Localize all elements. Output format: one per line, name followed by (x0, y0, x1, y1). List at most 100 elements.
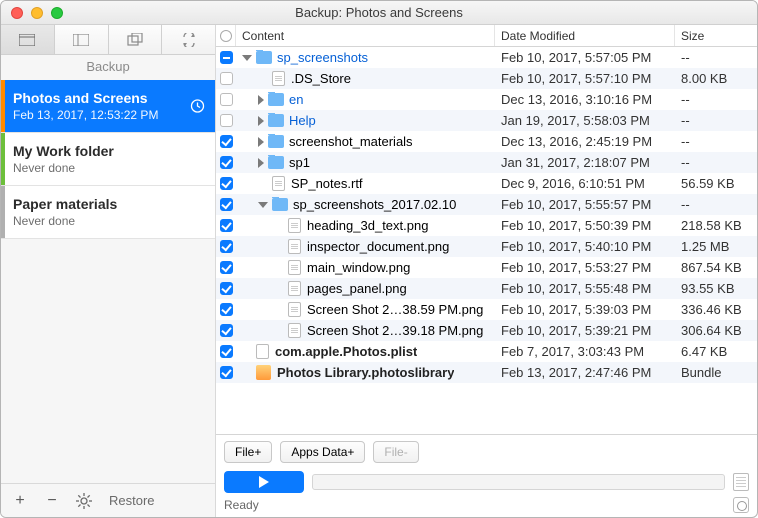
row-date: Feb 10, 2017, 5:57:05 PM (495, 50, 675, 65)
disclosure-closed-icon[interactable] (258, 137, 264, 147)
play-button[interactable] (224, 471, 304, 493)
schedule-icon[interactable] (733, 497, 749, 513)
task-photos-and-screens[interactable]: Photos and Screens Feb 13, 2017, 12:53:2… (1, 80, 215, 133)
log-icon[interactable] (733, 473, 749, 491)
task-paper-materials[interactable]: Paper materials Never done (1, 186, 215, 239)
disclosure-closed-icon[interactable] (258, 158, 264, 168)
table-row[interactable]: sp_screenshots_2017.02.10Feb 10, 2017, 5… (216, 194, 757, 215)
table-row[interactable]: com.apple.Photos.plistFeb 7, 2017, 3:03:… (216, 341, 757, 362)
disclosure-open-icon[interactable] (242, 55, 252, 61)
progress-bar (312, 474, 725, 490)
status-label: Ready (224, 498, 259, 512)
tab-sync-icon[interactable] (162, 25, 215, 54)
task-title: Paper materials (13, 196, 203, 212)
folder-icon (272, 198, 288, 211)
row-checkbox[interactable] (220, 114, 233, 127)
file-remove-button[interactable]: File- (373, 441, 418, 463)
table-row[interactable]: SP_notes.rtfDec 9, 2016, 6:10:51 PM56.59… (216, 173, 757, 194)
table-row[interactable]: sp1Jan 31, 2017, 2:18:07 PM-- (216, 152, 757, 173)
table-row[interactable]: main_window.pngFeb 10, 2017, 5:53:27 PM8… (216, 257, 757, 278)
row-date: Dec 9, 2016, 6:10:51 PM (495, 176, 675, 191)
clock-icon (190, 99, 205, 114)
row-size: -- (675, 92, 757, 107)
row-checkbox[interactable] (220, 177, 233, 190)
circle-icon (220, 30, 232, 42)
tab-duplicate-icon[interactable] (109, 25, 163, 54)
minimize-window-button[interactable] (31, 7, 43, 19)
table-row[interactable]: pages_panel.pngFeb 10, 2017, 5:55:48 PM9… (216, 278, 757, 299)
col-size[interactable]: Size (675, 25, 757, 46)
row-size: 306.64 KB (675, 323, 757, 338)
row-date: Feb 13, 2017, 2:47:46 PM (495, 365, 675, 380)
disclosure-closed-icon[interactable] (258, 95, 264, 105)
row-date: Dec 13, 2016, 3:10:16 PM (495, 92, 675, 107)
apps-data-add-button[interactable]: Apps Data+ (280, 441, 365, 463)
table-row[interactable]: inspector_document.pngFeb 10, 2017, 5:40… (216, 236, 757, 257)
row-size: -- (675, 134, 757, 149)
table-header: Content Date Modified Size (216, 25, 757, 47)
table-row[interactable]: Screen Shot 2…38.59 PM.pngFeb 10, 2017, … (216, 299, 757, 320)
task-my-work-folder[interactable]: My Work folder Never done (1, 133, 215, 186)
row-checkbox[interactable] (220, 303, 233, 316)
col-check[interactable] (216, 25, 236, 46)
sidebar-spacer (1, 239, 215, 483)
sidebar-footer: + − Restore (1, 483, 215, 517)
row-checkbox[interactable] (220, 261, 233, 274)
folder-icon (256, 51, 272, 64)
task-subtitle: Never done (13, 161, 203, 175)
traffic-lights (1, 7, 63, 19)
remove-task-button[interactable]: − (39, 489, 65, 513)
row-name: Photos Library.photoslibrary (277, 365, 454, 380)
row-checkbox[interactable] (220, 366, 233, 379)
bottom-buttons: File+ Apps Data+ File- (224, 441, 749, 463)
table-row[interactable]: screenshot_materialsDec 13, 2016, 2:45:1… (216, 131, 757, 152)
file-icon (288, 239, 301, 254)
row-checkbox[interactable] (220, 198, 233, 211)
bottom-bar: File+ Apps Data+ File- Ready (216, 434, 757, 517)
row-checkbox[interactable] (220, 72, 233, 85)
table-row[interactable]: Screen Shot 2…39.18 PM.pngFeb 10, 2017, … (216, 320, 757, 341)
task-title: Photos and Screens (13, 90, 203, 106)
sidebar: Backup Photos and Screens Feb 13, 2017, … (1, 25, 216, 517)
file-icon (272, 71, 285, 86)
file-add-button[interactable]: File+ (224, 441, 272, 463)
zoom-window-button[interactable] (51, 7, 63, 19)
row-name: sp1 (289, 155, 310, 170)
row-checkbox[interactable] (220, 240, 233, 253)
row-checkbox[interactable] (220, 93, 233, 106)
table-row[interactable]: HelpJan 19, 2017, 5:58:03 PM-- (216, 110, 757, 131)
folder-icon (268, 156, 284, 169)
row-name: sp_screenshots_2017.02.10 (293, 197, 456, 212)
tab-panel-icon[interactable] (55, 25, 109, 54)
tab-list-icon[interactable] (1, 25, 55, 54)
row-checkbox[interactable] (220, 282, 233, 295)
disclosure-open-icon[interactable] (258, 202, 268, 208)
row-checkbox[interactable] (220, 135, 233, 148)
table-row[interactable]: heading_3d_text.pngFeb 10, 2017, 5:50:39… (216, 215, 757, 236)
row-size: 867.54 KB (675, 260, 757, 275)
col-content[interactable]: Content (236, 25, 495, 46)
row-checkbox[interactable] (220, 156, 233, 169)
row-name: .DS_Store (291, 71, 351, 86)
row-checkbox[interactable] (220, 219, 233, 232)
settings-button[interactable] (71, 489, 97, 513)
table-row[interactable]: sp_screenshotsFeb 10, 2017, 5:57:05 PM-- (216, 47, 757, 68)
row-checkbox[interactable] (220, 345, 233, 358)
row-checkbox[interactable] (220, 324, 233, 337)
restore-button[interactable]: Restore (109, 493, 155, 508)
row-checkbox[interactable] (220, 51, 233, 64)
row-date: Feb 10, 2017, 5:39:03 PM (495, 302, 675, 317)
disclosure-closed-icon[interactable] (258, 116, 264, 126)
add-task-button[interactable]: + (7, 489, 33, 513)
file-icon (288, 323, 301, 338)
row-name: heading_3d_text.png (307, 218, 428, 233)
row-size: 8.00 KB (675, 71, 757, 86)
table-row[interactable]: enDec 13, 2016, 3:10:16 PM-- (216, 89, 757, 110)
table-row[interactable]: .DS_StoreFeb 10, 2017, 5:57:10 PM8.00 KB (216, 68, 757, 89)
table-row[interactable]: Photos Library.photoslibrary Feb 13, 2017… (216, 362, 757, 383)
col-date[interactable]: Date Modified (495, 25, 675, 46)
row-name: main_window.png (307, 260, 410, 275)
close-window-button[interactable] (11, 7, 23, 19)
row-size: 218.58 KB (675, 218, 757, 233)
row-size: 56.59 KB (675, 176, 757, 191)
